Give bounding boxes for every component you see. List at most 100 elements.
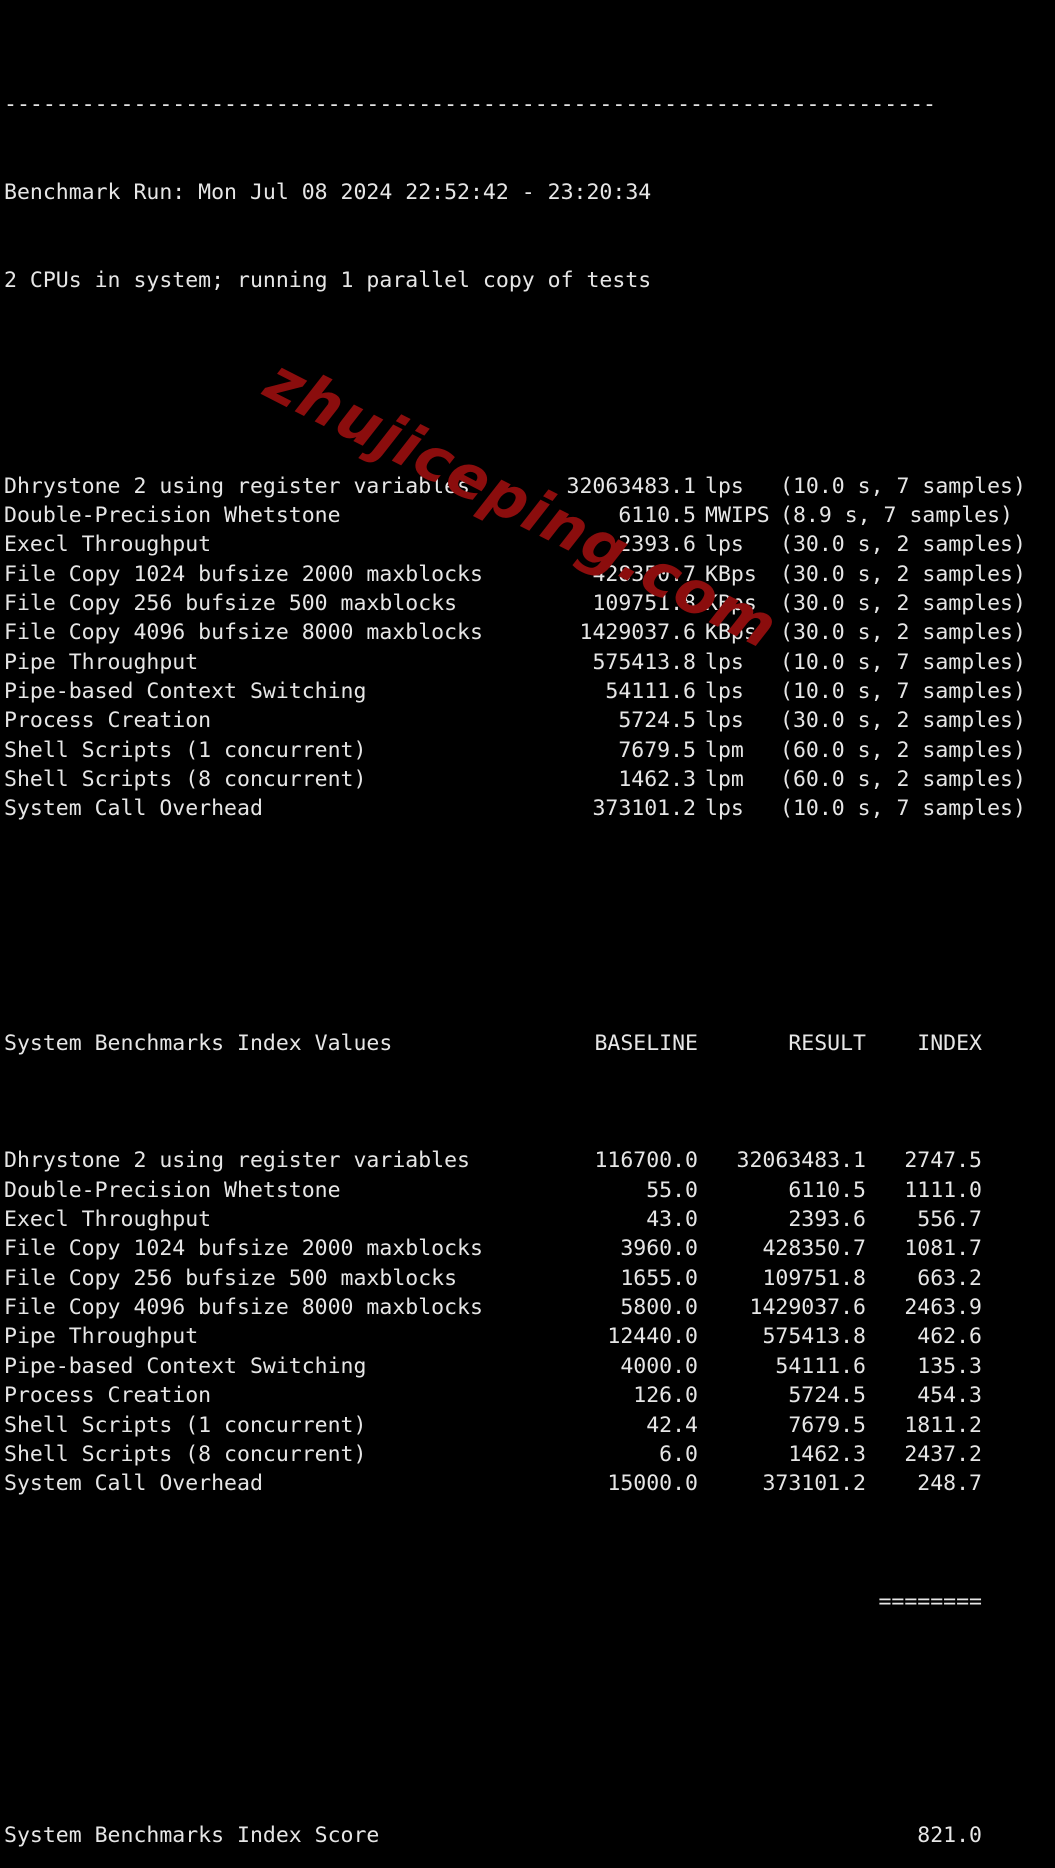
- index-row-name: Execl Throughput: [4, 1207, 212, 1233]
- test-result-row: Double-Precision Whetstone 6110.5 MWIPS (8.…: [4, 501, 1055, 530]
- index-row-name: File Copy 1024 bufsize 2000 maxblocks: [4, 1236, 483, 1262]
- index-row-baseline: 42.4: [646, 1412, 698, 1438]
- index-row-index: 556.7: [917, 1207, 982, 1233]
- index-table-row: Pipe Throughput 12440.0 575413.8 462.6: [4, 1322, 1055, 1351]
- index-table-row: Pipe-based Context Switching 4000.0 54111.…: [4, 1352, 1055, 1381]
- index-row-name: Shell Scripts (1 concurrent): [4, 1412, 367, 1438]
- test-value: 1429037.6: [579, 620, 697, 646]
- index-row-index: 2437.2: [904, 1441, 982, 1467]
- index-row-index: 1081.7: [904, 1236, 982, 1262]
- test-unit: lpm: [705, 737, 744, 763]
- index-score-value: 821.0: [917, 1823, 982, 1849]
- index-table-row: Double-Precision Whetstone 55.0 6110.5 1111…: [4, 1176, 1055, 1205]
- test-name: File Copy 256 bufsize 500 maxblocks: [4, 590, 458, 616]
- index-row-result: 7679.5: [788, 1412, 866, 1438]
- test-value: 575413.8: [592, 649, 696, 675]
- test-result-row: Shell Scripts (8 concurrent) 1462.3 lpm (60…: [4, 765, 1055, 794]
- score-separator-line: ========: [4, 1587, 1055, 1616]
- score-separator-marks: ========: [878, 1588, 982, 1614]
- index-table-row: Execl Throughput 43.0 2393.6 556.7: [4, 1205, 1055, 1234]
- test-name: Pipe Throughput: [4, 649, 199, 675]
- index-row-name: Double-Precision Whetstone: [4, 1177, 341, 1203]
- test-result-row: File Copy 4096 bufsize 8000 maxblocks 142…: [4, 618, 1055, 647]
- index-row-result: 5724.5: [788, 1383, 866, 1409]
- index-row-index: 663.2: [917, 1265, 982, 1291]
- test-name: Execl Throughput: [4, 532, 212, 558]
- index-row-baseline: 3960.0: [620, 1236, 698, 1262]
- test-name: Pipe-based Context Switching: [4, 678, 367, 704]
- test-result-row: System Call Overhead 373101.2 lps (10.0 s, …: [4, 794, 1055, 823]
- index-table-row: Process Creation 126.0 5724.5 454.3: [4, 1381, 1055, 1410]
- test-name: File Copy 1024 bufsize 2000 maxblocks: [4, 561, 483, 587]
- test-value: 109751.8: [592, 590, 696, 616]
- test-duration-samples: (30.0 s, 2 samples): [780, 590, 1026, 616]
- test-name: File Copy 4096 bufsize 8000 maxblocks: [4, 620, 483, 646]
- test-duration-samples: (10.0 s, 7 samples): [780, 796, 1026, 822]
- index-row-result: 109751.8: [762, 1265, 866, 1291]
- test-value: 32063483.1: [566, 473, 696, 499]
- test-unit: KBps: [705, 590, 757, 616]
- index-table-body: Dhrystone 2 using register variables 1167…: [4, 1146, 1055, 1498]
- index-row-index: 462.6: [917, 1324, 982, 1350]
- index-table-row: Shell Scripts (8 concurrent) 6.0 1462.3 243…: [4, 1440, 1055, 1469]
- test-duration-samples: (30.0 s, 2 samples): [780, 708, 1026, 734]
- test-duration-samples: (10.0 s, 7 samples): [780, 473, 1026, 499]
- index-row-result: 428350.7: [762, 1236, 866, 1262]
- cpu-count-line: 2 CPUs in system; running 1 parallel cop…: [4, 268, 652, 294]
- score-separator-spacer: [4, 1587, 866, 1616]
- index-row-index: 2747.5: [904, 1148, 982, 1174]
- test-name: Shell Scripts (1 concurrent): [4, 737, 367, 763]
- test-result-row: Process Creation 5724.5 lps (30.0 s, 2 samp…: [4, 706, 1055, 735]
- test-value: 2393.6: [618, 532, 696, 558]
- index-row-index: 248.7: [917, 1471, 982, 1497]
- index-row-baseline: 15000.0: [607, 1471, 698, 1497]
- index-row-baseline: 126.0: [633, 1383, 698, 1409]
- index-score-label: System Benchmarks Index Score: [4, 1823, 380, 1849]
- index-row-index: 1811.2: [904, 1412, 982, 1438]
- test-result-row: Dhrystone 2 using register variables 3206…: [4, 472, 1055, 501]
- test-value: 7679.5: [618, 737, 696, 763]
- test-value: 54111.6: [605, 678, 696, 704]
- index-header-baseline: BASELINE: [594, 1031, 698, 1057]
- index-row-baseline: 12440.0: [607, 1324, 698, 1350]
- test-duration-samples: (60.0 s, 2 samples): [780, 737, 1026, 763]
- test-duration-samples: (30.0 s, 2 samples): [780, 620, 1026, 646]
- test-unit: lps: [705, 473, 744, 499]
- test-unit: lps: [705, 678, 744, 704]
- index-row-result: 2393.6: [788, 1207, 866, 1233]
- test-unit: KBps: [705, 620, 757, 646]
- test-result-row: Pipe Throughput 575413.8 lps (10.0 s, 7 sam…: [4, 648, 1055, 677]
- test-name: System Call Overhead: [4, 796, 263, 822]
- index-row-baseline: 55.0: [646, 1177, 698, 1203]
- index-row-result: 6110.5: [788, 1177, 866, 1203]
- test-value: 6110.5: [618, 502, 696, 528]
- index-row-index: 454.3: [917, 1383, 982, 1409]
- test-value: 1462.3: [618, 766, 696, 792]
- index-row-result: 373101.2: [762, 1471, 866, 1497]
- test-unit: KBps: [705, 561, 757, 587]
- test-unit: MWIPS: [705, 502, 770, 528]
- index-table-row: System Call Overhead 15000.0 373101.2 248.7: [4, 1469, 1055, 1498]
- test-duration-samples: (10.0 s, 7 samples): [780, 678, 1026, 704]
- test-unit: lps: [705, 708, 744, 734]
- test-unit: lps: [705, 796, 744, 822]
- index-table-row: Shell Scripts (1 concurrent) 42.4 7679.5 18…: [4, 1411, 1055, 1440]
- terminal-output: ----------------------------------------…: [0, 0, 1055, 1848]
- test-value: 428350.7: [592, 561, 696, 587]
- index-row-baseline: 5800.0: [620, 1295, 698, 1321]
- index-row-baseline: 1655.0: [620, 1265, 698, 1291]
- test-duration-samples: (60.0 s, 2 samples): [780, 766, 1026, 792]
- test-name: Dhrystone 2 using register variables: [4, 473, 470, 499]
- test-result-row: Execl Throughput 2393.6 lps (30.0 s, 2 samp…: [4, 530, 1055, 559]
- index-score-row: System Benchmarks Index Score 821.0: [4, 1821, 1055, 1850]
- index-table-row: File Copy 256 bufsize 500 maxblocks 1655.…: [4, 1264, 1055, 1293]
- index-table-header: System Benchmarks Index Values BASELINE …: [4, 1029, 1055, 1058]
- index-row-result: 32063483.1: [736, 1148, 866, 1174]
- index-row-baseline: 4000.0: [620, 1353, 698, 1379]
- index-row-baseline: 116700.0: [594, 1148, 698, 1174]
- index-row-baseline: 6.0: [659, 1441, 698, 1467]
- index-row-index: 135.3: [917, 1353, 982, 1379]
